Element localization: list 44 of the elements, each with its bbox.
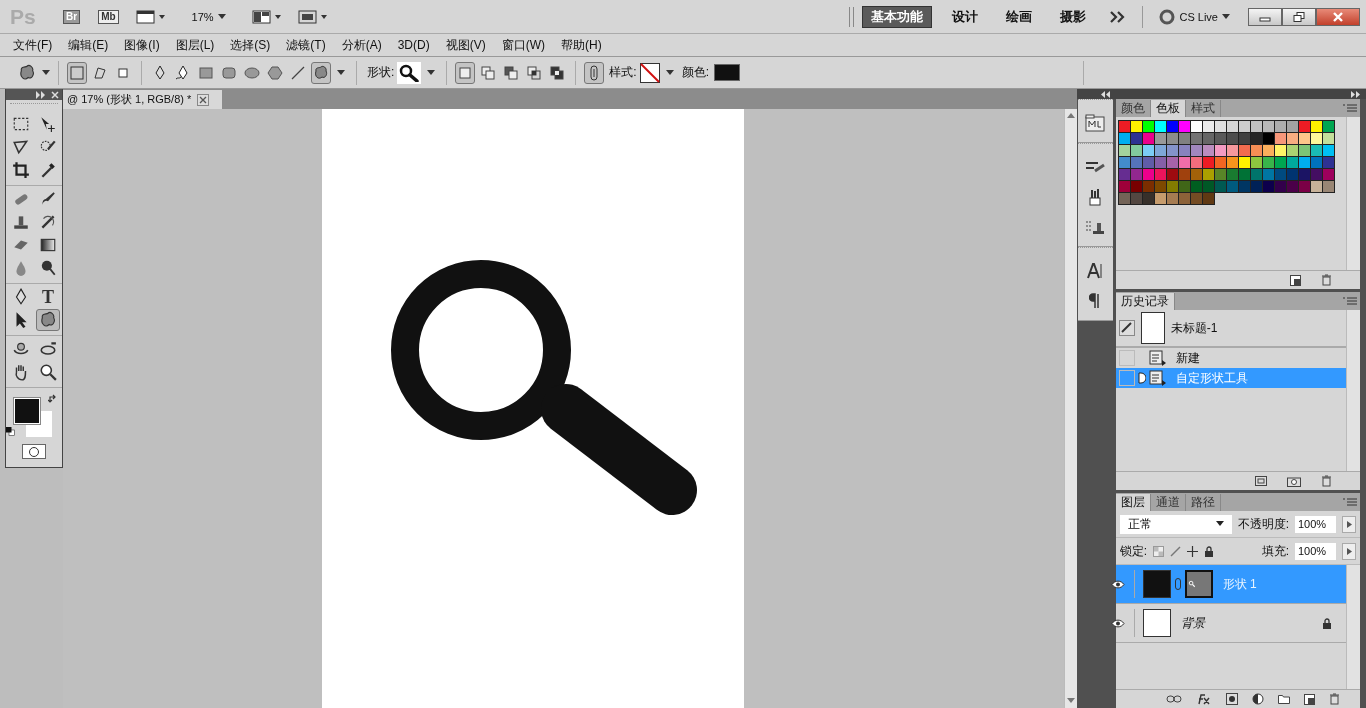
layer-name: 形状 1 [1222, 575, 1257, 593]
panel-tab[interactable]: 通道 [1150, 494, 1186, 511]
menu-item[interactable]: 滤镜(T) [279, 34, 333, 56]
menu-item[interactable]: 帮助(H) [554, 34, 609, 56]
style-label: 样式: [609, 64, 637, 81]
menu-item[interactable]: 视图(V) [438, 34, 493, 56]
panel-tab[interactable]: 颜色 [1115, 100, 1151, 117]
opacity-field[interactable]: 100% [1295, 515, 1336, 533]
panel-tab[interactable]: 图层 [1115, 494, 1151, 511]
menu-item[interactable]: 选择(S) [223, 34, 278, 56]
fill-field[interactable]: 100% [1295, 542, 1336, 560]
workspace-button[interactable]: 基本功能 [862, 5, 933, 28]
menu-item[interactable]: 图像(I) [117, 34, 167, 56]
layer-row[interactable]: 背景 [1115, 604, 1346, 643]
document-tab[interactable]: @ 17% (形状 1, RGB/8) * [63, 90, 222, 109]
workspace-button[interactable]: 绘画 [998, 5, 1041, 28]
workspace-button[interactable]: 摄影 [1052, 5, 1095, 28]
fill-label: 填充: [1261, 542, 1289, 560]
panel-tab[interactable]: 历史记录 [1115, 293, 1175, 310]
menu-item[interactable]: 3D(D) [390, 36, 437, 54]
history-step-label: 自定形状工具 [1175, 369, 1248, 387]
menu-item[interactable]: 编辑(E) [61, 34, 116, 56]
cs-live-button[interactable]: CS Live [1155, 5, 1234, 28]
tool-button[interactable]: T [36, 286, 60, 308]
menu-item[interactable]: 窗口(W) [494, 34, 552, 56]
panel-tab[interactable]: 样式 [1185, 100, 1221, 117]
layer-name: 背景 [1180, 614, 1205, 632]
panel-tab[interactable]: 色板 [1150, 100, 1186, 117]
color-label: 颜色: [681, 64, 710, 81]
shape-label: 形状: [367, 64, 395, 81]
lock-label: 锁定: [1119, 542, 1147, 560]
menu-item[interactable]: 分析(A) [334, 34, 389, 56]
menu-item[interactable]: 图层(L) [168, 34, 222, 56]
document-title: @ 17% (形状 1, RGB/8) * [67, 92, 192, 107]
snapshot-name[interactable]: 未标题-1 [1170, 319, 1218, 337]
mini-bridge-button[interactable]: Mb [98, 9, 119, 24]
workspace-button[interactable]: 设计 [944, 5, 987, 28]
panel-tab[interactable]: 路径 [1185, 494, 1221, 511]
opacity-label: 不透明度: [1237, 515, 1289, 533]
menu-item[interactable]: 文件(F) [6, 34, 60, 56]
blend-mode-dropdown[interactable]: 正常 [1119, 514, 1232, 534]
history-step[interactable]: 新建 [1115, 348, 1346, 368]
history-step-label: 新建 [1175, 349, 1200, 367]
zoom-dropdown[interactable]: 17% [187, 5, 230, 28]
